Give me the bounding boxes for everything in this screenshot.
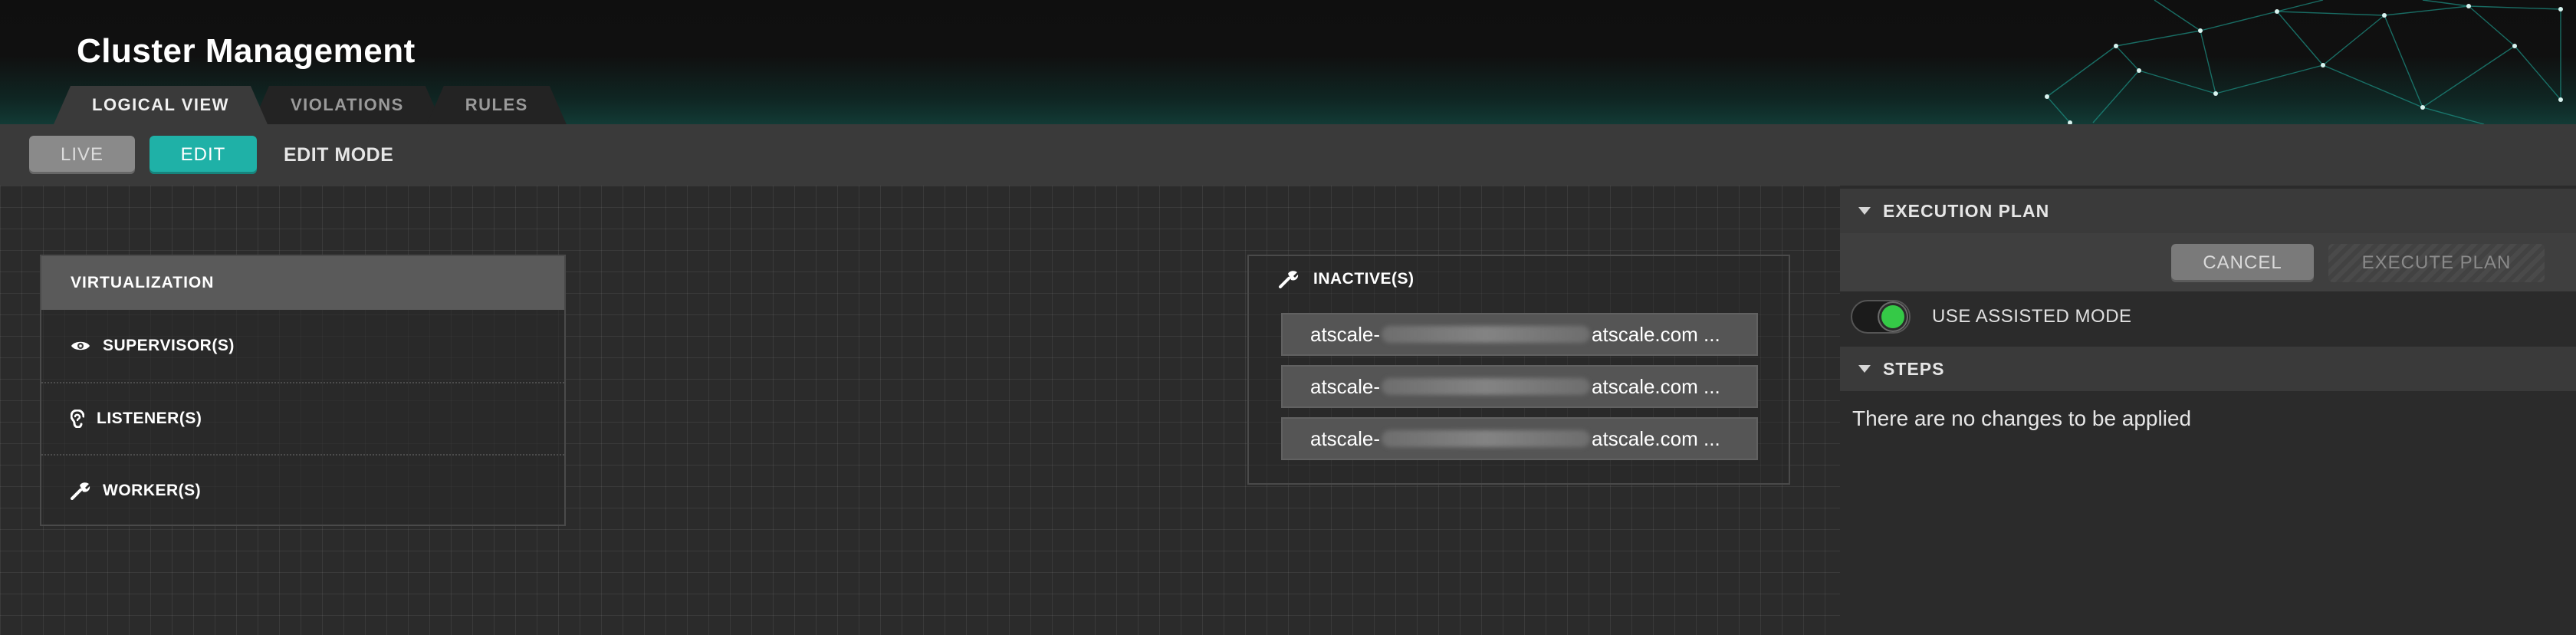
steps-title: STEPS [1883,358,1945,379]
host-suffix: atscale.com [1592,374,1698,398]
logical-view-canvas[interactable]: VIRTUALIZATION SUPERVISOR(S) LISTENER(S) [0,186,1840,635]
execution-plan-header[interactable]: EXECUTION PLAN [1840,189,2576,233]
caret-down-icon [1858,365,1871,373]
execution-plan-title: EXECUTION PLAN [1883,200,2050,221]
workers-label: WORKER(S) [103,482,202,499]
cancel-button[interactable]: CANCEL [2171,244,2314,282]
inactive-panel: INACTIVE(S) atscale-atscale.com ... atsc… [1247,255,1790,485]
caret-down-icon [1858,207,1871,215]
host-ellipsis: ... [1704,322,1720,346]
host-item[interactable]: atscale-atscale.com ... [1281,313,1758,356]
execution-plan-actions: CANCEL EXECUTE PLAN [1840,233,2576,291]
tab-violations-label: VIOLATIONS [290,95,404,114]
execution-plan-panel: EXECUTION PLAN CANCEL EXECUTE PLAN USE A… [1840,186,2576,635]
virtualization-panel: VIRTUALIZATION SUPERVISOR(S) LISTENER(S) [40,255,566,526]
tab-rules-label: RULES [465,95,528,114]
redacted-hostname [1382,378,1591,395]
mode-toolbar: LIVE EDIT EDIT MODE [0,124,2576,186]
wrench-icon [1279,271,1299,288]
execute-plan-button[interactable]: EXECUTE PLAN [2328,244,2545,282]
tab-violations[interactable]: VIOLATIONS [252,86,442,124]
wrench-icon [71,482,90,500]
eye-icon [71,341,90,350]
inactive-host-list: atscale-atscale.com ... atscale-atscale.… [1281,313,1758,469]
host-item[interactable]: atscale-atscale.com ... [1281,417,1758,460]
supervisors-label: SUPERVISOR(S) [103,337,235,354]
host-ellipsis: ... [1704,374,1720,398]
redacted-hostname [1382,326,1591,343]
assisted-mode-row: USE ASSISTED MODE [1851,298,2132,336]
app-header: Cluster Management LOGICAL VIEW VIOLATIO… [0,0,2576,124]
edit-button[interactable]: EDIT [150,136,257,174]
host-prefix: atscale- [1310,322,1381,346]
empty-steps-message: There are no changes to be applied [1852,406,2192,430]
listeners-row[interactable]: LISTENER(S) [41,382,564,454]
redacted-hostname [1382,430,1591,447]
host-suffix: atscale.com [1592,322,1698,346]
workers-row[interactable]: WORKER(S) [41,454,564,526]
inactive-header: INACTIVE(S) [1278,270,1414,288]
ear-icon [71,410,84,428]
tab-rules[interactable]: RULES [427,86,567,124]
page-title: Cluster Management [77,32,416,70]
mode-label: EDIT MODE [284,144,394,166]
live-button[interactable]: LIVE [29,136,135,174]
inactive-title: INACTIVE(S) [1313,270,1414,288]
host-suffix: atscale.com [1592,426,1698,450]
tab-logical-view-label: LOGICAL VIEW [92,95,229,114]
host-prefix: atscale- [1310,374,1381,398]
host-prefix: atscale- [1310,426,1381,450]
supervisors-row[interactable]: SUPERVISOR(S) [41,310,564,382]
toggle-knob [1881,305,1904,328]
view-tabs: LOGICAL VIEW VIOLATIONS RULES [54,86,551,124]
assisted-mode-toggle[interactable] [1851,300,1911,334]
assisted-mode-label: USE ASSISTED MODE [1932,306,2132,327]
tab-logical-view[interactable]: LOGICAL VIEW [54,86,268,124]
host-ellipsis: ... [1704,426,1720,450]
network-graphic [2045,0,2563,124]
host-item[interactable]: atscale-atscale.com ... [1281,365,1758,408]
listeners-label: LISTENER(S) [97,410,202,427]
virtualization-title: VIRTUALIZATION [41,256,564,310]
steps-header[interactable]: STEPS [1840,347,2576,391]
